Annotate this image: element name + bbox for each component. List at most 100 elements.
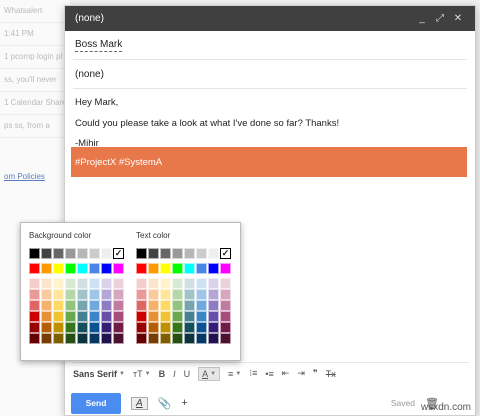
- color-swatch[interactable]: [101, 300, 112, 311]
- color-swatch[interactable]: [196, 333, 207, 344]
- color-swatch[interactable]: [89, 263, 100, 274]
- color-swatch[interactable]: [65, 248, 76, 259]
- color-swatch[interactable]: [53, 263, 64, 274]
- color-swatch[interactable]: [89, 248, 100, 259]
- color-swatch[interactable]: [53, 248, 64, 259]
- color-swatch[interactable]: [184, 263, 195, 274]
- color-swatch[interactable]: [160, 263, 171, 274]
- color-swatch[interactable]: [136, 333, 147, 344]
- color-swatch[interactable]: [220, 300, 231, 311]
- color-swatch[interactable]: [160, 289, 171, 300]
- color-swatch[interactable]: [53, 322, 64, 333]
- color-swatch[interactable]: [208, 278, 219, 289]
- color-swatch[interactable]: [113, 333, 124, 344]
- color-swatch[interactable]: [101, 311, 112, 322]
- text-color-button[interactable]: A ▼: [198, 366, 221, 381]
- color-swatch[interactable]: [208, 333, 219, 344]
- color-swatch[interactable]: [77, 322, 88, 333]
- color-swatch[interactable]: [89, 300, 100, 311]
- color-swatch[interactable]: [184, 333, 195, 344]
- color-swatch[interactable]: [208, 311, 219, 322]
- recipient-chip[interactable]: Boss Mark: [75, 39, 123, 52]
- quote-button[interactable]: ❞: [313, 368, 318, 379]
- color-swatch[interactable]: [101, 248, 112, 259]
- color-swatch[interactable]: [220, 289, 231, 300]
- color-swatch[interactable]: [136, 278, 147, 289]
- font-family-select[interactable]: Sans Serif ▼: [73, 369, 125, 379]
- color-swatch[interactable]: [41, 248, 52, 259]
- color-swatch[interactable]: [184, 300, 195, 311]
- color-swatch[interactable]: [160, 333, 171, 344]
- color-swatch[interactable]: [196, 300, 207, 311]
- color-swatch[interactable]: [113, 263, 124, 274]
- color-swatch[interactable]: [53, 300, 64, 311]
- font-size-button[interactable]: тT ▼: [133, 369, 151, 379]
- color-swatch[interactable]: [184, 248, 195, 259]
- color-swatch[interactable]: [196, 289, 207, 300]
- color-swatch[interactable]: [148, 289, 159, 300]
- color-swatch[interactable]: [148, 278, 159, 289]
- color-swatch[interactable]: [220, 333, 231, 344]
- color-swatch[interactable]: [29, 263, 40, 274]
- color-swatch[interactable]: [148, 263, 159, 274]
- color-swatch[interactable]: [113, 289, 124, 300]
- color-swatch[interactable]: [220, 311, 231, 322]
- numbered-list-button[interactable]: ⁝≡: [249, 368, 257, 379]
- color-swatch[interactable]: [65, 322, 76, 333]
- color-swatch[interactable]: [29, 289, 40, 300]
- color-swatch[interactable]: [101, 322, 112, 333]
- color-swatch[interactable]: [136, 263, 147, 274]
- color-swatch[interactable]: [136, 289, 147, 300]
- color-swatch[interactable]: [136, 322, 147, 333]
- highlighted-text[interactable]: #ProjectX #SystemA: [71, 147, 467, 177]
- color-swatch[interactable]: [29, 300, 40, 311]
- color-swatch[interactable]: [220, 322, 231, 333]
- indent-more-button[interactable]: ⇥: [297, 368, 305, 379]
- color-swatch[interactable]: [53, 333, 64, 344]
- color-swatch[interactable]: [89, 311, 100, 322]
- color-swatch[interactable]: [65, 311, 76, 322]
- color-swatch[interactable]: [77, 289, 88, 300]
- attach-icon[interactable]: 📎: [158, 397, 172, 410]
- policies-link[interactable]: om Policies: [4, 172, 45, 181]
- indent-less-button[interactable]: ⇤: [282, 368, 290, 379]
- color-swatch[interactable]: [148, 333, 159, 344]
- color-swatch[interactable]: [172, 333, 183, 344]
- color-swatch[interactable]: [113, 311, 124, 322]
- color-swatch[interactable]: [113, 300, 124, 311]
- color-swatch[interactable]: [196, 311, 207, 322]
- color-swatch[interactable]: [220, 263, 231, 274]
- color-swatch[interactable]: [41, 278, 52, 289]
- to-field[interactable]: Boss Mark: [73, 31, 467, 60]
- bold-button[interactable]: B: [159, 369, 166, 379]
- color-swatch[interactable]: [77, 300, 88, 311]
- color-swatch[interactable]: [101, 289, 112, 300]
- color-swatch[interactable]: [220, 278, 231, 289]
- color-swatch[interactable]: [196, 278, 207, 289]
- minimize-icon[interactable]: _: [415, 13, 429, 24]
- color-swatch[interactable]: [184, 278, 195, 289]
- underline-button[interactable]: U: [184, 369, 191, 379]
- color-swatch[interactable]: [53, 289, 64, 300]
- subject-field[interactable]: (none): [73, 60, 467, 89]
- color-swatch[interactable]: [172, 289, 183, 300]
- color-swatch[interactable]: [65, 289, 76, 300]
- color-swatch[interactable]: [65, 278, 76, 289]
- selected-white-swatch[interactable]: ✓: [113, 248, 124, 259]
- color-swatch[interactable]: [172, 278, 183, 289]
- color-swatch[interactable]: [208, 248, 219, 259]
- color-swatch[interactable]: [65, 300, 76, 311]
- color-swatch[interactable]: [136, 300, 147, 311]
- color-swatch[interactable]: [184, 311, 195, 322]
- color-swatch[interactable]: [41, 333, 52, 344]
- color-swatch[interactable]: [136, 248, 147, 259]
- color-swatch[interactable]: [65, 333, 76, 344]
- color-swatch[interactable]: [101, 333, 112, 344]
- send-button[interactable]: Send: [71, 392, 121, 414]
- color-swatch[interactable]: [172, 263, 183, 274]
- color-swatch[interactable]: [113, 322, 124, 333]
- color-swatch[interactable]: [89, 278, 100, 289]
- color-swatch[interactable]: [77, 278, 88, 289]
- color-swatch[interactable]: [29, 333, 40, 344]
- color-swatch[interactable]: [89, 333, 100, 344]
